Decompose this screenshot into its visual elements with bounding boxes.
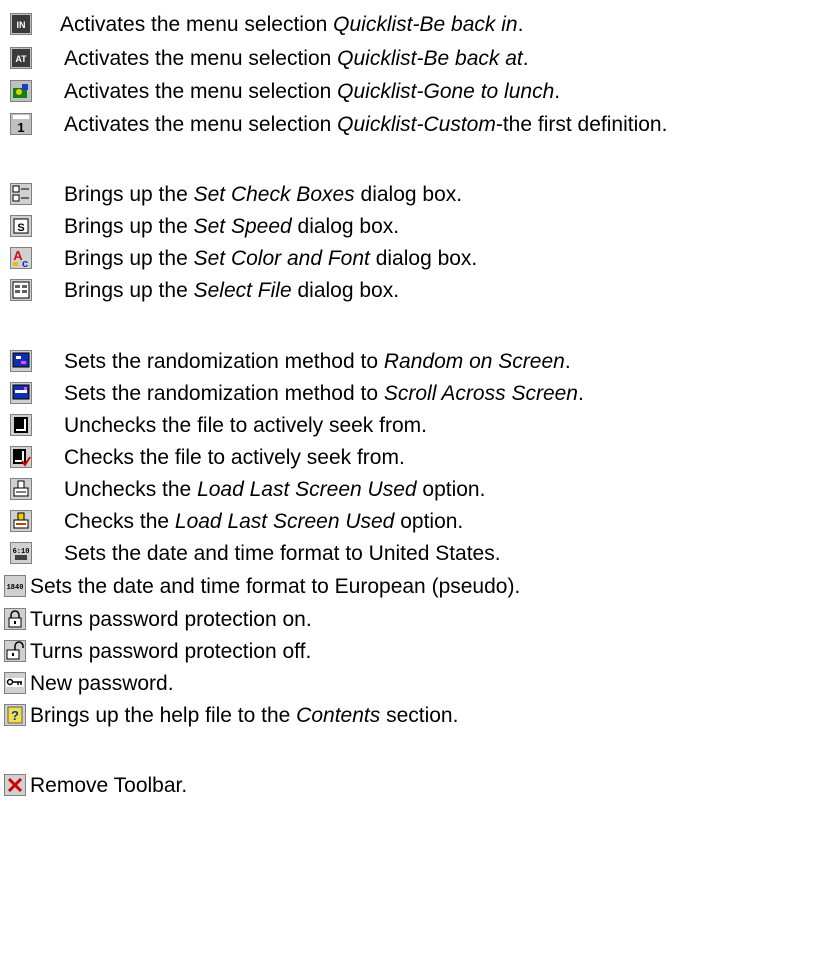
item-text: Sets the date and time format to Europea… bbox=[30, 575, 521, 598]
item-text: Activates the menu selection Quicklist-B… bbox=[60, 13, 524, 36]
speed-icon: S bbox=[10, 215, 32, 237]
close-icon bbox=[4, 774, 26, 796]
item-text: Brings up the Select File dialog box. bbox=[64, 279, 400, 302]
us-date-icon: 6:10 bbox=[10, 542, 32, 564]
item-text: Unchecks the file to actively seek from. bbox=[64, 414, 427, 437]
select-file-icon bbox=[10, 279, 32, 301]
svg-text:?: ? bbox=[11, 708, 19, 723]
at-icon: AT bbox=[10, 47, 32, 69]
scroll-screen-icon bbox=[10, 382, 32, 404]
item-text: Brings up the Set Color and Font dialog … bbox=[64, 247, 478, 270]
svg-text:6:10: 6:10 bbox=[13, 548, 30, 556]
item-text: Activates the menu selection Quicklist-G… bbox=[64, 80, 561, 103]
color-font-icon: Ac bbox=[10, 247, 32, 269]
svg-text:1: 1 bbox=[17, 120, 24, 135]
svg-text:S: S bbox=[17, 222, 24, 234]
item-text: Activates the menu selection Quicklist-B… bbox=[64, 47, 529, 70]
item-text: Brings up the Set Check Boxes dialog box… bbox=[64, 183, 463, 206]
item-text: Brings up the help file to the Contents … bbox=[30, 704, 459, 727]
european-date-icon: 1840 bbox=[4, 575, 26, 597]
item-text: Activates the menu selection Quicklist-C… bbox=[64, 113, 668, 136]
item-text: Remove Toolbar. bbox=[30, 774, 188, 797]
uncheck-load-last-icon bbox=[10, 478, 32, 500]
item-text: Turns password protection on. bbox=[30, 608, 312, 631]
custom-one-icon: 1 bbox=[10, 113, 32, 135]
item-text: Unchecks the Load Last Screen Used optio… bbox=[64, 478, 486, 501]
check-load-last-icon bbox=[10, 510, 32, 532]
help-icon: ? bbox=[4, 704, 26, 726]
check-file-icon bbox=[10, 446, 32, 468]
uncheck-file-icon bbox=[10, 414, 32, 436]
lock-closed-icon bbox=[4, 608, 26, 630]
item-text: Sets the randomization method to Scroll … bbox=[64, 382, 584, 405]
item-text: Sets the randomization method to Random … bbox=[64, 350, 571, 373]
check-boxes-icon bbox=[10, 183, 32, 205]
lock-open-icon bbox=[4, 640, 26, 662]
lunch-icon bbox=[10, 80, 32, 102]
item-text: Turns password protection off. bbox=[30, 640, 312, 663]
item-text: Brings up the Set Speed dialog box. bbox=[64, 215, 400, 238]
key-icon bbox=[4, 672, 26, 694]
svg-text:c: c bbox=[22, 258, 28, 269]
in-icon: IN bbox=[10, 13, 32, 35]
random-screen-icon bbox=[10, 350, 32, 372]
item-text: New password. bbox=[30, 672, 174, 695]
item-text: Checks the file to actively seek from. bbox=[64, 446, 405, 469]
item-text: Checks the Load Last Screen Used option. bbox=[64, 510, 464, 533]
item-text: Sets the date and time format to United … bbox=[64, 542, 501, 565]
svg-text:AT: AT bbox=[15, 54, 27, 64]
svg-text:IN: IN bbox=[17, 20, 26, 30]
svg-text:1840: 1840 bbox=[7, 584, 24, 592]
